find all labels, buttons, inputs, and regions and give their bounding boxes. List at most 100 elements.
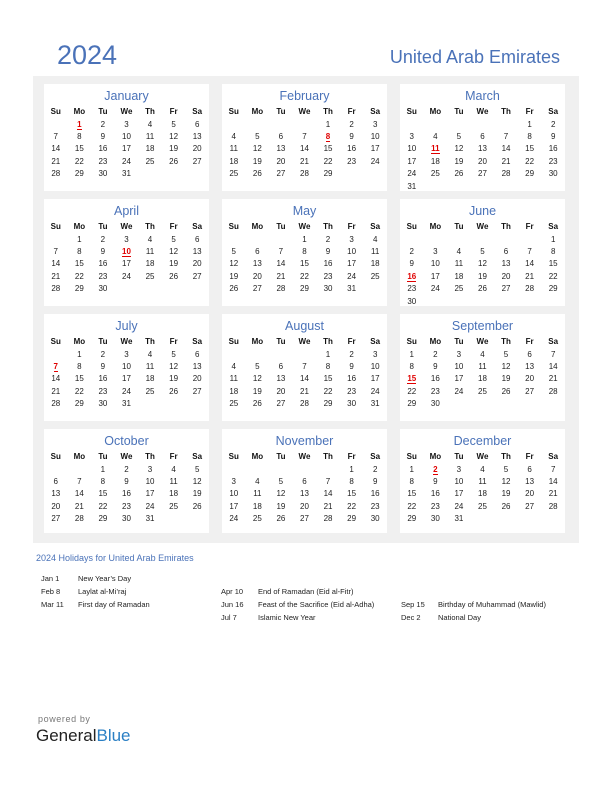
day-cell: 8 [349,477,354,487]
day-cell: 11 [478,362,487,372]
day-cell: 30 [122,514,131,524]
empty-cell [269,348,293,360]
weekday-header: We [298,221,311,231]
day-cell: 20 [51,501,61,511]
day-cell: 15 [347,489,357,499]
day-cell: 16 [370,489,380,499]
day-cell: 23 [347,386,357,396]
day-cell: 28 [300,399,309,409]
holiday-date: Mar 11 [41,599,64,609]
day-cell: 26 [169,386,179,396]
empty-cell [363,168,387,180]
day-cell: 25 [478,386,487,396]
day-cell: 5 [503,464,509,474]
day-cell: 14 [548,362,558,372]
day-cell: 14 [51,144,61,154]
day-cell: 28 [300,169,309,179]
weekday-header: Mo [73,106,86,116]
day-cell: 23 [98,386,108,396]
day-cell: 8 [409,477,414,487]
day-cell: 26 [252,399,262,409]
weekday-header: We [298,336,311,346]
day-cell: 23 [430,501,440,511]
weekday-header: Su [228,221,239,231]
day-cell: 21 [74,501,84,511]
holiday-row: Sep 15 Birthday of Muhammad (Mawlid) [401,599,546,612]
day-cell: 12 [276,489,286,499]
month-december: December Su Mo Tu We Th Fr Sa 1 2 3 4 5 6 7 8 9 10 11 12 13 1… [400,429,565,533]
weekday-header: Th [145,451,155,461]
day-cell: 12 [169,247,179,257]
brand-blue: Blue [96,726,131,745]
day-cell: 1 [527,119,532,129]
day-cell: 19 [229,271,239,281]
generalblue-logo[interactable]: GeneralBlue [36,726,131,746]
holiday-day-cell: 7 [53,362,58,373]
day-cell: 14 [300,144,309,154]
day-cell: 29 [525,169,535,179]
day-cell: 3 [456,464,462,474]
empty-cell [471,118,495,130]
day-cell: 15 [74,374,84,384]
day-cell: 5 [231,247,236,257]
day-cell: 30 [407,296,417,306]
empty-cell [44,118,68,130]
day-cell: 14 [300,374,309,384]
empty-cell [138,283,162,295]
day-cell: 4 [480,464,485,474]
day-cell: 24 [122,271,131,281]
day-cell: 15 [300,259,309,269]
holiday-row: Apr 10 End of Ramadan (Eid al-Fitr) [221,586,374,599]
weekday-header: Th [501,336,511,346]
holiday-day-cell: 10 [122,247,131,258]
weekday-header: Th [145,106,155,116]
weekday-header: Th [323,106,333,116]
day-cell: 20 [192,259,202,269]
day-cell: 25 [229,169,239,179]
empty-cell [162,168,186,180]
day-cell: 20 [501,271,511,281]
day-cell: 10 [122,132,131,142]
holiday-column-2: Apr 10 End of Ramadan (Eid al-Fitr) Jun 16… [221,586,374,624]
weekday-header: Fr [169,106,178,116]
day-cell: 12 [229,259,239,269]
day-cell: 30 [430,399,440,409]
weekday-header: Fr [525,221,534,231]
weekday-header: Th [145,336,155,346]
holiday-day-cell: 15 [407,374,417,385]
day-cell: 17 [145,489,155,499]
day-cell: 10 [370,362,380,372]
year-title: 2024 [57,40,118,70]
empty-cell [222,118,246,130]
day-cell: 17 [229,501,239,511]
empty-cell [115,283,139,295]
day-cell: 24 [347,271,357,281]
day-cell: 11 [454,259,464,269]
day-cell: 28 [548,386,558,396]
day-cell: 10 [430,259,440,269]
empty-cell [424,118,448,130]
day-cell: 12 [454,144,464,154]
day-cell: 20 [192,374,202,384]
month-november: November Su Mo Tu We Th Fr Sa 1 2 3 4 5 6 7 8 9 10 11 12 13 1… [222,429,387,533]
day-cell: 26 [454,169,464,179]
day-cell: 9 [372,477,378,487]
day-cell: 4 [372,234,378,244]
day-cell: 15 [98,489,108,499]
day-cell: 26 [229,284,239,294]
day-cell: 14 [548,477,558,487]
powered-by-label: powered by [38,714,91,724]
day-cell: 20 [525,489,535,499]
holiday-day-cell: 1 [77,119,82,130]
day-cell: 18 [430,156,440,166]
empty-cell [293,348,317,360]
day-cell: 2 [349,119,354,129]
day-cell: 7 [53,132,58,142]
empty-cell [494,118,518,130]
weekday-header: Th [501,221,511,231]
month-march: March Su Mo Tu We Th Fr Sa 1 2 3 4 5 6 7 8 9 10 11 12 13 14 15… [400,84,565,191]
holiday-name: Islamic New Year [258,612,316,622]
day-cell: 7 [527,247,532,257]
day-cell: 27 [525,501,535,511]
day-cell: 2 [325,234,331,244]
